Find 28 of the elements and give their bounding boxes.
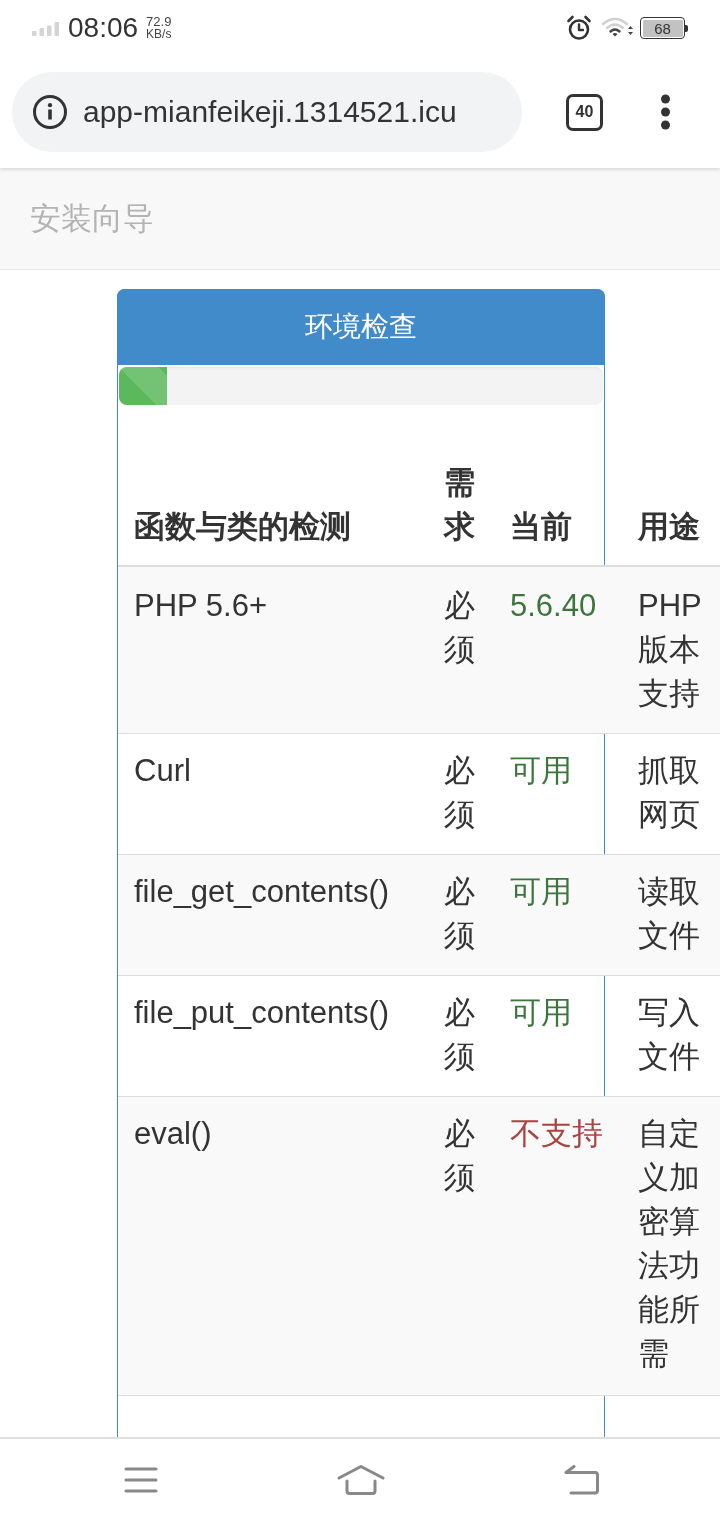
table-cell: 读取文件 — [622, 854, 720, 976]
table-cell: 必须 — [428, 1096, 494, 1396]
alarm-clock-icon — [566, 15, 592, 41]
table-cell: 自定义加密算法功能所需 — [622, 1096, 720, 1396]
tab-switcher-button[interactable]: 40 — [566, 93, 603, 131]
battery-indicator: 68 — [640, 17, 688, 39]
panel-header: 环境检查 — [117, 289, 605, 365]
home-icon[interactable] — [337, 1464, 385, 1495]
status-time: 08:06 — [68, 12, 139, 44]
info-icon[interactable] — [32, 94, 68, 130]
network-speed: 72.9 — [146, 16, 172, 28]
network-speed-unit: KB/s — [146, 28, 172, 40]
table-cell: eval() — [118, 1096, 428, 1396]
status-cell: 不支持 — [494, 1096, 622, 1396]
signal-icon — [32, 22, 60, 36]
back-icon[interactable] — [564, 1464, 600, 1495]
menu-icon[interactable] — [124, 1466, 158, 1493]
status-cell: 5.6.40 — [494, 566, 622, 734]
table-cell: 必须 — [428, 854, 494, 976]
table-cell: 必须 — [428, 566, 494, 734]
table-cell: file_get_contents() — [118, 854, 428, 976]
wifi-icon — [602, 17, 634, 39]
address-bar[interactable]: app-mianfeikeji.1314521.icu — [12, 72, 522, 152]
more-options-icon[interactable] — [660, 94, 671, 130]
url-text: app-mianfeikeji.1314521.icu — [83, 95, 457, 129]
table-cell: PHP 5.6+ — [118, 566, 428, 734]
table-cell: PHP版本支持 — [622, 566, 720, 734]
status-cell: 可用 — [494, 854, 622, 976]
